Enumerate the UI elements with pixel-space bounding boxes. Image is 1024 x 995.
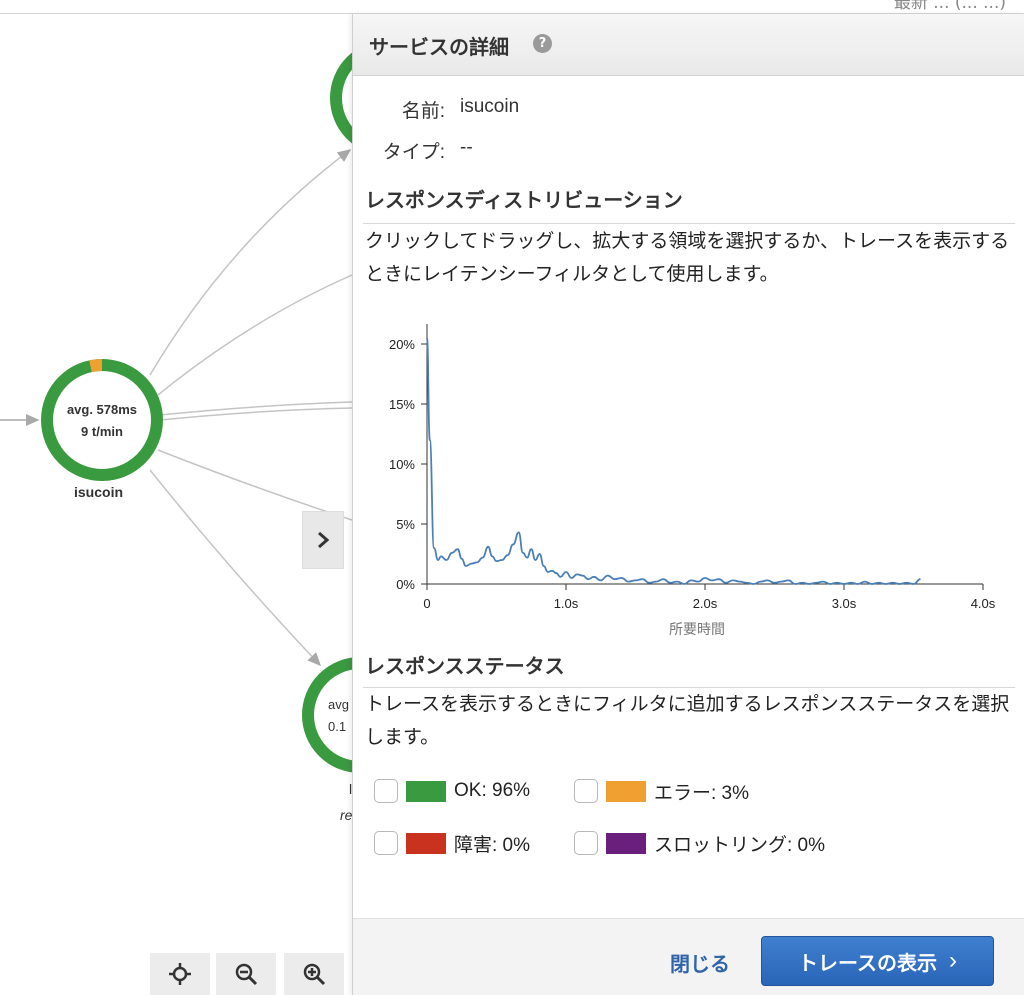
- edge-to-lower-node: [149, 469, 322, 667]
- name-value: isucoin: [460, 96, 520, 117]
- checkbox-box[interactable]: [374, 779, 398, 803]
- distribution-description: クリックしてドラッグし、拡大する領域を選択するか、トレースを表示するときにレイテ…: [365, 231, 1010, 285]
- x-axis-label: 所要時間: [669, 621, 725, 637]
- isucoin-node-avg: avg. 578ms: [66, 402, 138, 417]
- crosshair-icon: [169, 963, 191, 985]
- checkbox-box[interactable]: [374, 831, 398, 855]
- zoom-in-button[interactable]: [284, 953, 344, 995]
- status-throttle-checkbox[interactable]: スロットリング: 0%: [574, 828, 825, 858]
- status-error-checkbox[interactable]: エラー: 3%: [574, 776, 749, 806]
- isucoin-node-error-segment: [89, 358, 103, 373]
- status-fault-checkbox[interactable]: 障害: 0%: [374, 828, 530, 858]
- y-tick-label: 0%: [396, 577, 415, 592]
- throttle-color-swatch: [606, 832, 646, 854]
- lower-node-sub: re: [340, 807, 353, 823]
- type-key: タイプ:: [382, 142, 445, 163]
- x-tick-label: 4.0s: [971, 596, 996, 611]
- isucoin-node-label[interactable]: isucoin: [74, 484, 123, 500]
- response-distribution-chart[interactable]: 0% 5% 10% 15% 20% 0 1.0s 2.0s 3.0s 4.0s 所要時間: [363, 304, 1003, 644]
- status-throttle-label: スロットリング: 0%: [654, 834, 826, 856]
- chevron-right-icon: [318, 531, 330, 549]
- edge-to-node-2: [157, 274, 353, 396]
- y-tick-label: 15%: [389, 397, 415, 412]
- close-button[interactable]: 閉じる: [670, 948, 730, 977]
- help-icon[interactable]: ?: [533, 34, 552, 53]
- x-tick-label: 0: [423, 596, 430, 611]
- expand-panel-button[interactable]: [302, 511, 344, 569]
- status-title: レスポンスステータス: [365, 656, 565, 678]
- status-ok-checkbox[interactable]: OK: 96%: [374, 776, 530, 806]
- y-tick-label: 5%: [396, 517, 415, 532]
- status-ok-label: OK: 96%: [454, 780, 531, 801]
- type-value: --: [460, 137, 473, 158]
- view-traces-button[interactable]: トレースの表示 ›: [761, 936, 994, 986]
- panel-header: サービスの詳細 ?: [353, 14, 1024, 76]
- panel-footer: 閉じる トレースの表示 ›: [353, 918, 1024, 995]
- latency-series-line: [426, 337, 921, 585]
- edge-to-node-4: [159, 407, 353, 421]
- zoom-in-icon: [303, 963, 326, 986]
- checkbox-box[interactable]: [574, 779, 598, 803]
- chevron-right-icon: ›: [949, 947, 957, 974]
- x-tick-label: 1.0s: [554, 596, 579, 611]
- isucoin-node-rate: 9 t/min: [81, 424, 123, 439]
- checkbox-box[interactable]: [574, 831, 598, 855]
- status-description: トレースを表示するときにフィルタに追加するレスポンスステータスを選択します。: [365, 694, 1010, 748]
- y-tick-label: 20%: [389, 337, 415, 352]
- panel-title: サービスの詳細: [369, 37, 509, 59]
- isucoin-node-stats[interactable]: avg. 578ms 9 t/min: [52, 399, 152, 443]
- zoom-out-button[interactable]: [216, 953, 276, 995]
- name-key: 名前:: [401, 101, 445, 122]
- status-error-label: エラー: 3%: [654, 782, 750, 804]
- service-details-panel: サービスの詳細 ? 名前: isucoin タイプ: -- レスポンスディストリ…: [352, 14, 1024, 995]
- ok-color-swatch: [406, 780, 446, 802]
- distribution-divider: [363, 223, 1015, 224]
- fault-color-swatch: [406, 832, 446, 854]
- edge-to-node-5: [157, 449, 353, 521]
- chart-axes: 0% 5% 10% 15% 20% 0 1.0s 2.0s 3.0s 4.0s 所要時間: [389, 324, 996, 637]
- edge-to-top-node: [149, 149, 352, 376]
- y-tick-label: 10%: [389, 457, 415, 472]
- zoom-out-icon: [235, 963, 258, 986]
- view-traces-label: トレースの表示: [798, 952, 937, 975]
- x-tick-label: 3.0s: [832, 596, 857, 611]
- distribution-title: レスポンスディストリビューション: [365, 190, 683, 212]
- center-map-button[interactable]: [150, 953, 210, 995]
- chart-series: [426, 337, 921, 585]
- status-fault-label: 障害: 0%: [454, 834, 531, 856]
- error-color-swatch: [606, 780, 646, 802]
- x-tick-label: 2.0s: [693, 596, 718, 611]
